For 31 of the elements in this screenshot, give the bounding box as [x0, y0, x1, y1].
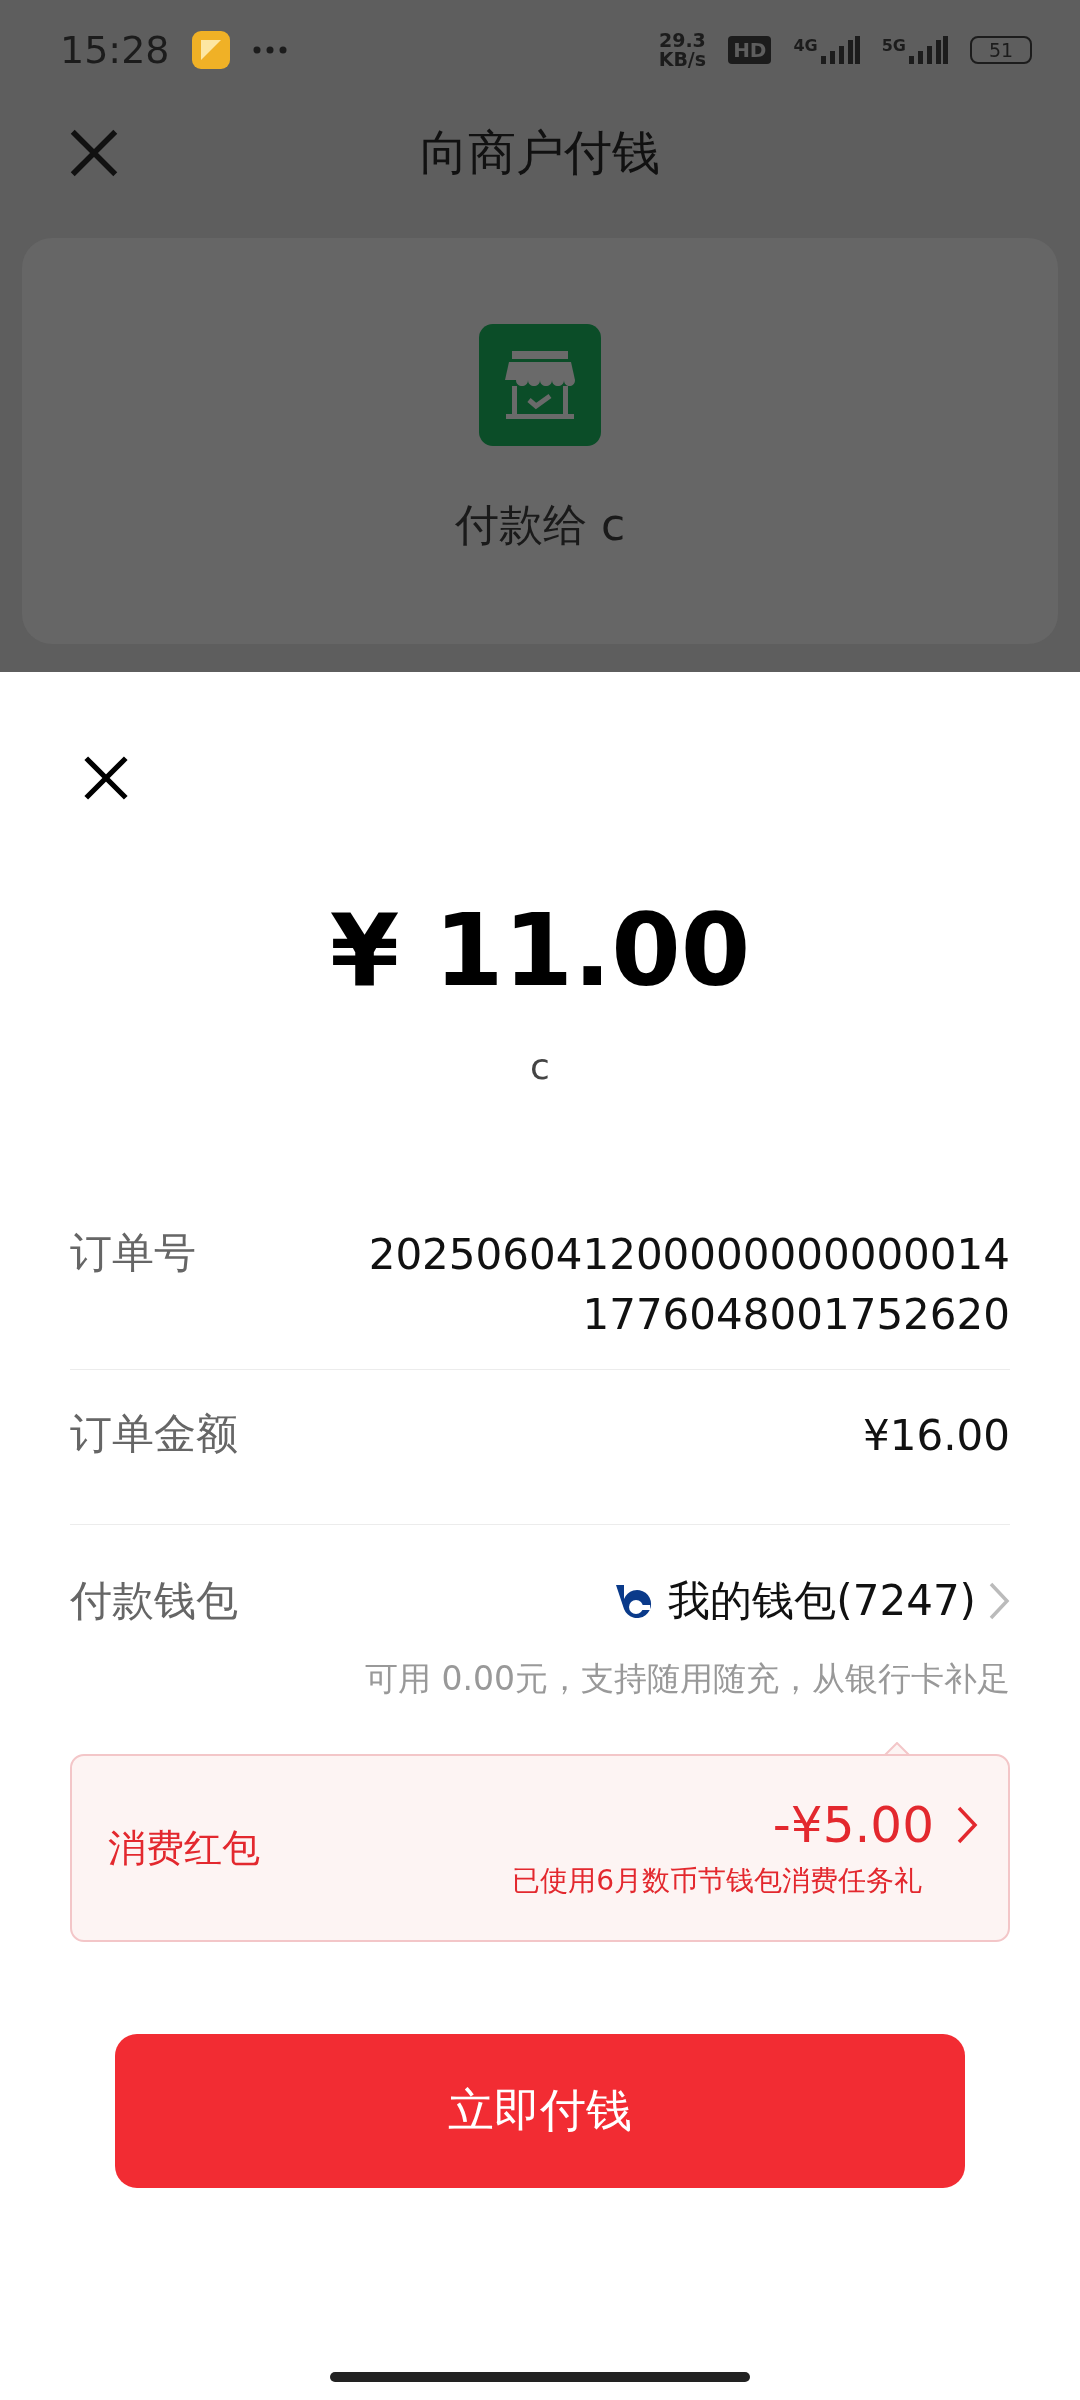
chevron-right-icon [956, 1805, 978, 1845]
payee-name: c [529, 1046, 551, 1087]
battery-indicator: 51 [970, 36, 1032, 64]
detail-value: 202506041200000000000014 [368, 1229, 1010, 1281]
wallet-balance-note: 可用 0.00元，支持随用随充，从银行卡补足 [364, 1658, 1010, 1700]
network-type: 4G [793, 36, 818, 55]
wallet-name[interactable]: 我的钱包(7247) [668, 1573, 976, 1629]
discount-amount: -¥5.00 [772, 1796, 934, 1854]
chevron-right-icon [988, 1581, 1010, 1621]
net-speed-value: 29.3 [658, 31, 707, 50]
pay-to-label: 付款给 c [454, 498, 626, 552]
coupon-label: 消费红包 [108, 1824, 260, 1872]
pay-now-button[interactable]: 立即付钱 [115, 2034, 965, 2188]
more-notifications-icon [251, 45, 288, 55]
coupon-card[interactable]: 消费红包 -¥5.00 已使用6月数币节钱包消费任务礼 [70, 1754, 1010, 1942]
payment-amount: ¥ 11.00 [328, 892, 752, 1009]
network-type: 5G [881, 36, 906, 55]
status-time: 15:28 [60, 28, 170, 72]
page-title: 向商户付钱 [420, 122, 660, 182]
detail-label: 订单金额 [70, 1408, 238, 1460]
signal-icon [908, 36, 948, 64]
detail-value: ¥16.00 [863, 1410, 1010, 1462]
signal-icon [819, 36, 860, 64]
detail-label: 订单号 [70, 1227, 196, 1279]
detail-value: 1776048001752620 [582, 1289, 1010, 1341]
net-speed-unit: KB/s [658, 50, 707, 69]
storefront-icon [479, 324, 601, 446]
notification-app-icon [191, 31, 230, 69]
coupon-note: 已使用6月数币节钱包消费任务礼 [512, 1863, 922, 1899]
detail-label: 付款钱包 [70, 1575, 238, 1627]
hd-badge: HD [728, 36, 772, 64]
